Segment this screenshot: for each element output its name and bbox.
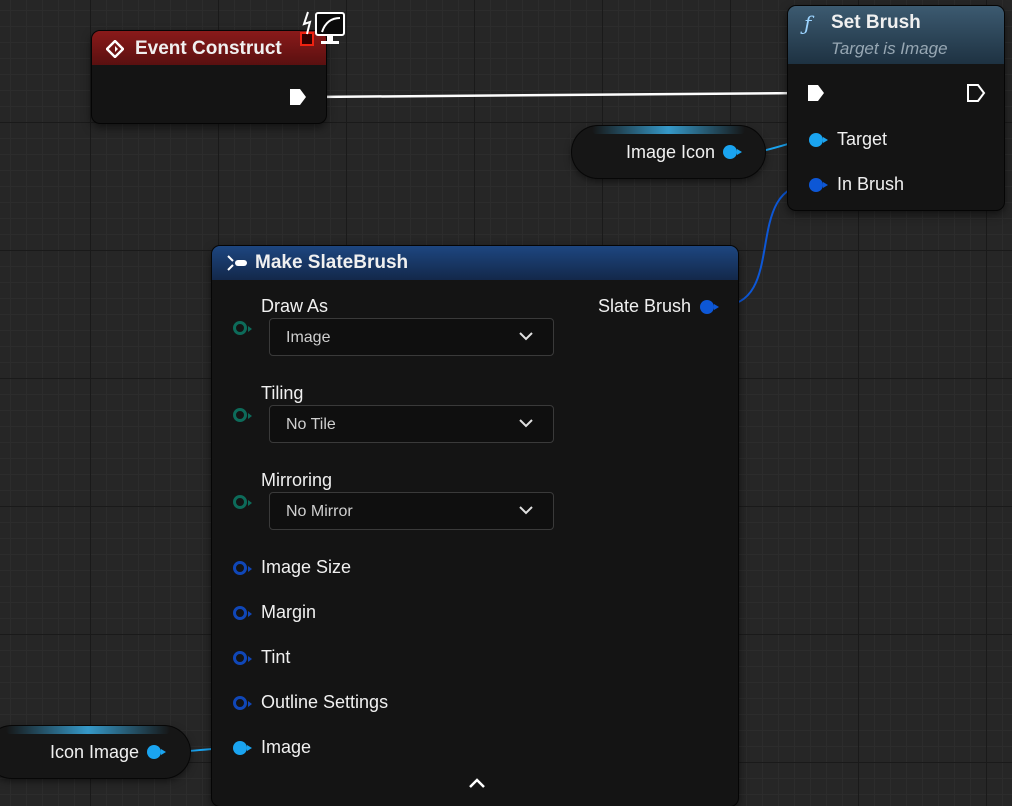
image-label: Image	[261, 737, 312, 757]
draw-as-label: Draw As	[261, 296, 329, 316]
icon-image-variable-node[interactable]: Icon Image	[0, 726, 190, 778]
icon-image-output-pin[interactable]	[147, 745, 166, 759]
slate-brush-output-pin[interactable]	[700, 300, 719, 314]
set-brush-node[interactable]: ƒ Set Brush Target is Image Target In Br…	[788, 6, 1004, 210]
tint-pin[interactable]	[233, 651, 252, 665]
exec-output-pin[interactable]	[966, 83, 986, 103]
exec-input-pin[interactable]	[806, 83, 826, 103]
image-size-label: Image Size	[261, 557, 352, 577]
chevron-down-icon	[519, 332, 533, 341]
icon-image-label: Icon Image	[50, 742, 140, 762]
in-brush-label: In Brush	[837, 174, 905, 194]
event-construct-header[interactable]: Event Construct	[92, 31, 326, 65]
chevron-down-icon	[519, 419, 533, 428]
set-brush-subtitle: Target is Image	[831, 39, 948, 58]
function-icon: ƒ	[804, 11, 812, 35]
mirroring-dropdown[interactable]: No Mirror	[269, 492, 554, 530]
mirroring-label: Mirroring	[261, 470, 333, 490]
image-pin[interactable]	[233, 741, 252, 755]
chevron-down-icon	[519, 506, 533, 515]
tiling-label: Tiling	[261, 383, 304, 403]
mirroring-value: No Mirror	[286, 503, 353, 520]
image-icon-variable-node[interactable]: Image Icon	[572, 126, 765, 178]
mirroring-pin[interactable]	[233, 495, 252, 509]
target-label: Target	[837, 129, 888, 149]
tiling-dropdown[interactable]: No Tile	[269, 405, 554, 443]
set-brush-title: Set Brush	[831, 12, 921, 33]
exec-wire	[311, 91, 809, 99]
make-slatebrush-header[interactable]: Make SlateBrush	[212, 246, 738, 280]
make-slatebrush-node[interactable]: Make SlateBrush Slate Brush Draw As Imag…	[212, 246, 738, 806]
make-slatebrush-title: Make SlateBrush	[255, 252, 409, 273]
outline-settings-pin[interactable]	[233, 696, 252, 710]
draw-as-value: Image	[286, 329, 331, 346]
event-diamond-icon	[106, 40, 124, 58]
draw-as-dropdown[interactable]: Image	[269, 318, 554, 356]
slate-brush-output-label: Slate Brush	[598, 296, 692, 316]
tiling-value: No Tile	[286, 416, 336, 433]
chevron-up-icon[interactable]	[468, 777, 486, 789]
monitor-icon	[302, 11, 345, 44]
event-construct-title: Event Construct	[135, 38, 282, 59]
image-size-pin[interactable]	[233, 561, 252, 575]
event-construct-node[interactable]: Event Construct	[92, 31, 326, 123]
make-struct-icon	[227, 255, 247, 271]
margin-label: Margin	[261, 602, 317, 622]
image-icon-label: Image Icon	[626, 142, 716, 162]
exec-output-pin[interactable]	[288, 87, 308, 107]
draw-as-pin[interactable]	[233, 321, 252, 335]
in-brush-pin[interactable]	[809, 178, 828, 192]
set-brush-header[interactable]: ƒ Set Brush Target is Image	[788, 6, 1004, 64]
tiling-pin[interactable]	[233, 408, 252, 422]
tint-label: Tint	[261, 647, 291, 667]
outline-settings-label: Outline Settings	[261, 692, 389, 712]
image-icon-output-pin[interactable]	[723, 145, 742, 159]
margin-pin[interactable]	[233, 606, 252, 620]
target-pin[interactable]	[809, 133, 828, 147]
